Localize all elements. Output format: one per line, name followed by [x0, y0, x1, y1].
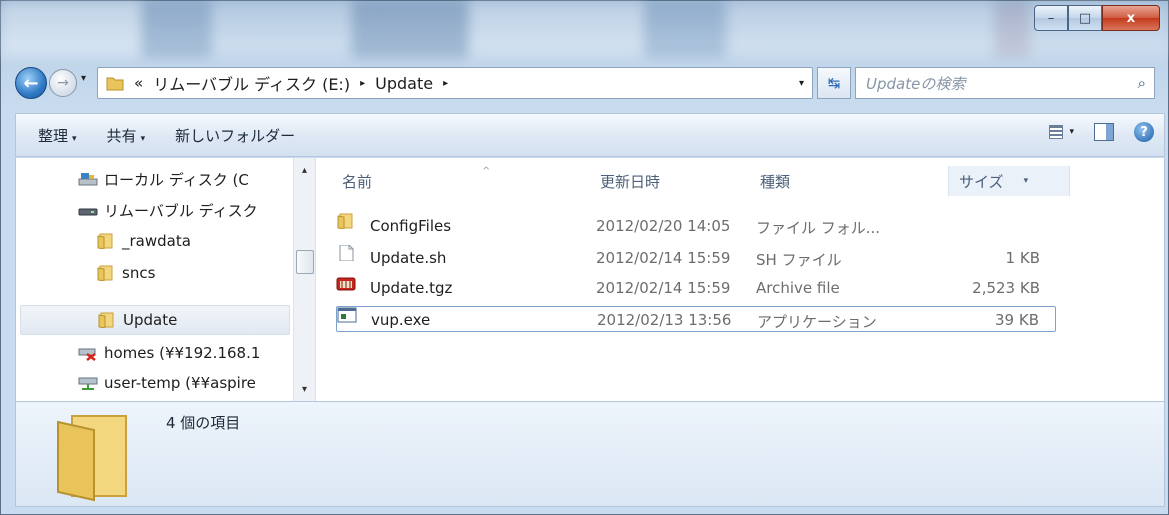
address-bar[interactable]: « リムーバブル ディスク (E:) ▸ Update ▸ ▾: [97, 67, 813, 99]
sidebar-item-label: リムーバブル ディスク: [104, 201, 258, 220]
breadcrumb-separator[interactable]: ▸: [443, 78, 448, 89]
sidebar-item-label: user-temp (¥¥aspire: [104, 374, 256, 392]
column-name-label: 名前: [342, 172, 373, 191]
sidebar-item-removable-disk[interactable]: リムーバブル ディスク: [78, 195, 258, 225]
file-date: 2012/02/14 15:59: [596, 249, 731, 267]
file-date: 2012/02/13 13:56: [597, 311, 732, 329]
organize-button[interactable]: 整理 ▾: [38, 125, 77, 146]
preview-pane-button[interactable]: [1094, 123, 1114, 141]
refresh-button[interactable]: ↹: [817, 67, 851, 99]
file-date: 2012/02/20 14:05: [596, 217, 731, 235]
search-icon[interactable]: ⌕: [1138, 74, 1146, 92]
content-area: ローカル ディスク (C リムーバブル ディスク _rawdata sncs U…: [15, 158, 1165, 401]
file-size: 39 KB: [995, 311, 1039, 329]
navigation-pane: ローカル ディスク (C リムーバブル ディスク _rawdata sncs U…: [16, 158, 316, 401]
recent-pages-dropdown[interactable]: ▾: [81, 73, 86, 84]
back-button[interactable]: ←: [15, 67, 47, 99]
scroll-down-arrow[interactable]: ▾: [294, 379, 315, 399]
share-button[interactable]: 共有 ▾: [107, 125, 146, 146]
file-list: 名前 ^ 更新日時 種類 サイズ ▾ ConfigFiles 2012/02/2…: [316, 158, 1166, 401]
sidebar-item-label: sncs: [122, 264, 156, 282]
help-button[interactable]: ?: [1134, 122, 1154, 142]
archive-icon: [336, 277, 356, 291]
sidebar-item-homes[interactable]: homes (¥¥192.168.1: [78, 338, 260, 368]
sidebar-item-user-temp[interactable]: user-temp (¥¥aspire: [78, 368, 256, 398]
folder-icon: [57, 415, 127, 502]
toolbar-right: ▾ ?: [1049, 122, 1154, 142]
column-header-size[interactable]: サイズ ▾: [948, 166, 1070, 196]
sidebar-item-rawdata[interactable]: _rawdata: [96, 226, 191, 256]
file-name: Update.sh: [370, 249, 447, 267]
blurred-background: [1, 1, 1169, 57]
file-row[interactable]: Update.sh 2012/02/14 15:59 SH ファイル 1 KB: [336, 244, 1056, 271]
breadcrumb-overflow[interactable]: «: [134, 74, 143, 92]
file-size: 2,523 KB: [972, 279, 1040, 297]
explorer-window: – □ x ← → ▾ « リムーバブル ディスク (E:) ▸ Update …: [0, 0, 1169, 515]
folder-icon: [97, 233, 113, 249]
file-name: vup.exe: [371, 311, 431, 329]
breadcrumb-removable-disk[interactable]: リムーバブル ディスク (E:): [153, 71, 350, 95]
application-icon: [337, 307, 357, 323]
sidebar-item-local-disk[interactable]: ローカル ディスク (C: [78, 164, 249, 194]
column-header-date[interactable]: 更新日時: [600, 166, 740, 196]
file-type: ファイル フォル...: [756, 219, 881, 237]
search-placeholder: Updateの検索: [866, 74, 966, 93]
file-type: アプリケーション: [757, 313, 877, 331]
change-view-button[interactable]: ▾: [1049, 125, 1074, 139]
scroll-thumb[interactable]: [296, 250, 314, 274]
removable-disk-icon: [78, 208, 98, 216]
folder-icon: [98, 312, 114, 328]
chevron-down-icon: ▾: [72, 133, 77, 144]
refresh-icon: ↹: [827, 74, 841, 92]
network-drive-icon: [78, 377, 98, 390]
folder-icon: [337, 213, 353, 230]
details-pane: 4 個の項目: [15, 401, 1165, 507]
close-button[interactable]: x: [1102, 5, 1160, 31]
chevron-down-icon: ▾: [140, 133, 146, 144]
file-size: 1 KB: [1005, 249, 1040, 267]
share-label: 共有: [106, 126, 137, 145]
file-row[interactable]: ConfigFiles 2012/02/20 14:05 ファイル フォル...: [336, 213, 1056, 239]
file-row[interactable]: Update.tgz 2012/02/14 15:59 Archive file…: [336, 275, 1056, 301]
sidebar-item-label: homes (¥¥192.168.1: [104, 344, 261, 362]
file-name: ConfigFiles: [370, 217, 452, 235]
sort-ascending-icon: ^: [482, 166, 491, 177]
breadcrumb-separator[interactable]: ▸: [360, 78, 365, 89]
column-header-name[interactable]: 名前 ^: [342, 166, 542, 196]
item-count: 4 個の項目: [166, 414, 241, 432]
navigation-bar: ← → ▾ « リムーバブル ディスク (E:) ▸ Update ▸ ▾ ↹ …: [15, 65, 1165, 101]
maximize-button[interactable]: □: [1068, 5, 1102, 31]
folder-icon: [106, 77, 124, 91]
sidebar-item-sncs[interactable]: sncs: [96, 258, 155, 288]
sidebar-item-label: ローカル ディスク (C: [104, 170, 249, 189]
address-dropdown[interactable]: ▾: [799, 78, 804, 89]
folder-icon: [97, 265, 113, 281]
chevron-down-icon: ▾: [1069, 127, 1074, 137]
file-name: Update.tgz: [370, 279, 453, 297]
search-input[interactable]: Updateの検索 ⌕: [855, 67, 1155, 99]
forward-button[interactable]: →: [49, 69, 77, 97]
details-view-icon: [1049, 125, 1064, 139]
chevron-down-icon[interactable]: ▾: [1024, 176, 1029, 186]
document-icon: [339, 244, 354, 262]
sidebar-item-update[interactable]: Update: [20, 305, 290, 335]
column-header-type[interactable]: 種類: [760, 166, 900, 196]
organize-label: 整理: [38, 126, 69, 145]
column-size-label: サイズ: [959, 172, 1004, 191]
window-controls: – □ x: [1034, 5, 1160, 31]
file-row[interactable]: vup.exe 2012/02/13 13:56 アプリケーション 39 KB: [336, 306, 1056, 332]
sidebar-item-label: Update: [123, 311, 178, 329]
scroll-up-arrow[interactable]: ▴: [294, 160, 315, 180]
new-folder-button[interactable]: 新しいフォルダー: [175, 125, 295, 146]
file-date: 2012/02/14 15:59: [596, 279, 731, 297]
sidebar-scrollbar[interactable]: ▴ ▾: [293, 158, 315, 401]
breadcrumb-update[interactable]: Update: [375, 74, 433, 93]
local-disk-icon: [78, 173, 98, 186]
file-type: SH ファイル: [756, 251, 842, 269]
minimize-button[interactable]: –: [1034, 5, 1068, 31]
command-toolbar: 整理 ▾ 共有 ▾ 新しいフォルダー ▾ ?: [15, 113, 1165, 157]
sidebar-item-label: _rawdata: [122, 232, 191, 250]
file-type: Archive file: [756, 279, 840, 297]
disconnected-network-drive-icon: [78, 348, 96, 361]
